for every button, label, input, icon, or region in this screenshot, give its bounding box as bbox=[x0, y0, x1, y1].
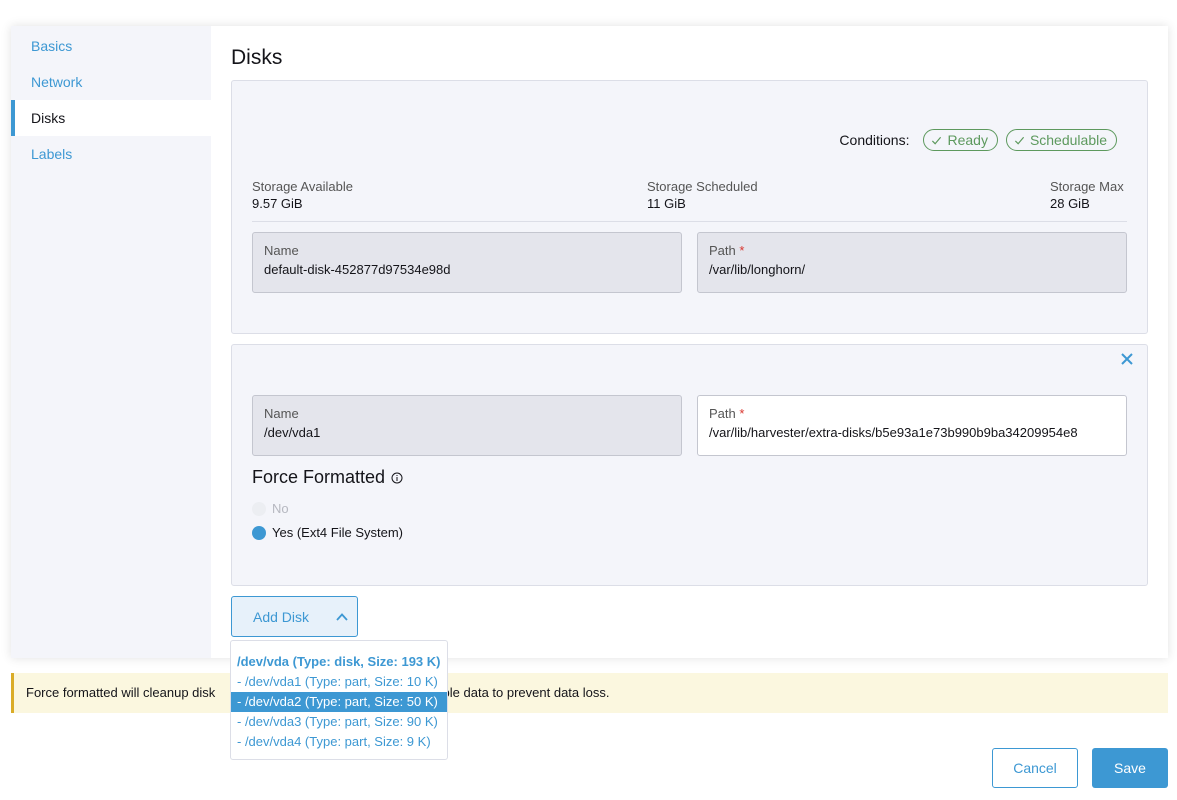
radio-no-label: No bbox=[272, 501, 289, 516]
conditions: Conditions: Ready Schedulable bbox=[839, 129, 1117, 151]
disk-card-default: Conditions: Ready Schedulable Storage Av… bbox=[231, 80, 1148, 334]
disk-name-label: Name bbox=[264, 243, 299, 258]
disk2-path-input[interactable]: Path * /var/lib/harvester/extra-disks/b5… bbox=[697, 395, 1127, 456]
banner-text-start: Force formatted will cleanup disk bbox=[26, 685, 216, 700]
sidebar-item-basics[interactable]: Basics bbox=[11, 28, 211, 64]
disk-card-vda1: Name /dev/vda1 Path * /var/lib/harvester… bbox=[231, 344, 1148, 586]
disk-name-field: Name default-disk-452877d97534e98d bbox=[252, 232, 682, 293]
dropdown-option[interactable]: - /dev/vda1 (Type: part, Size: 10 K) bbox=[231, 672, 447, 692]
disks-content: Disks Conditions: Ready Schedulable Stor… bbox=[211, 26, 1168, 658]
banner-text-end: able data to prevent data loss. bbox=[435, 685, 610, 700]
check-icon bbox=[1014, 136, 1025, 145]
storage-max-value: 28 GiB bbox=[1050, 196, 1090, 211]
disk-path-label: Path * bbox=[709, 243, 1115, 258]
info-icon[interactable] bbox=[391, 472, 403, 484]
add-disk-button[interactable]: Add Disk bbox=[231, 596, 358, 637]
storage-scheduled-label: Storage Scheduled bbox=[647, 179, 758, 194]
sidebar-item-labels[interactable]: Labels bbox=[11, 136, 211, 172]
sidebar-item-network[interactable]: Network bbox=[11, 64, 211, 100]
sidebar-item-disks[interactable]: Disks bbox=[11, 100, 211, 136]
add-disk-label: Add Disk bbox=[253, 608, 310, 625]
disk-name-value: default-disk-452877d97534e98d bbox=[264, 262, 451, 277]
condition-badge-ready: Ready bbox=[923, 129, 998, 151]
check-icon bbox=[932, 136, 942, 145]
disk2-path-value[interactable]: /var/lib/harvester/extra-disks/b5e93a1e7… bbox=[709, 425, 1115, 440]
condition-badge-schedulable: Schedulable bbox=[1005, 129, 1117, 151]
disk2-path-label: Path * bbox=[709, 406, 1115, 421]
save-button[interactable]: Save bbox=[1092, 748, 1168, 788]
force-formatted-title: Force Formatted bbox=[252, 467, 403, 488]
condition-badge-label: Ready bbox=[947, 132, 988, 148]
path-label-text: Path bbox=[709, 406, 736, 421]
storage-max-label: Storage Max bbox=[1050, 179, 1124, 194]
disk2-name-field: Name /dev/vda1 bbox=[252, 395, 682, 456]
page-title: Disks bbox=[231, 46, 283, 69]
close-icon[interactable] bbox=[1119, 351, 1135, 367]
path-label-text: Path bbox=[709, 243, 736, 258]
dropdown-option[interactable]: - /dev/vda2 (Type: part, Size: 50 K) bbox=[231, 692, 447, 712]
radio-yes[interactable]: Yes (Ext4 File System) bbox=[252, 525, 403, 540]
required-marker: * bbox=[739, 243, 745, 258]
dropdown-option[interactable]: /dev/vda (Type: disk, Size: 193 K) bbox=[231, 652, 447, 672]
required-marker: * bbox=[739, 406, 745, 421]
disk2-name-value: /dev/vda1 bbox=[264, 425, 321, 440]
force-formatted-label: Force Formatted bbox=[252, 467, 386, 487]
chevron-up-icon bbox=[336, 612, 348, 621]
sidebar: Basics Network Disks Labels bbox=[11, 26, 211, 658]
cancel-button[interactable]: Cancel bbox=[992, 748, 1078, 788]
storage-max: Storage Max 28 GiB bbox=[1050, 179, 1124, 211]
disk-path-value: /var/lib/longhorn/ bbox=[709, 262, 806, 277]
storage-available-label: Storage Available bbox=[252, 179, 353, 194]
condition-badge-label: Schedulable bbox=[1029, 132, 1107, 148]
dropdown-option[interactable]: - /dev/vda3 (Type: part, Size: 90 K) bbox=[231, 712, 447, 732]
radio-yes-label: Yes (Ext4 File System) bbox=[272, 525, 404, 540]
conditions-label: Conditions: bbox=[839, 132, 910, 148]
dropdown-option[interactable]: - /dev/vda4 (Type: part, Size: 9 K) bbox=[231, 732, 447, 752]
storage-available: Storage Available 9.57 GiB bbox=[252, 179, 353, 211]
add-disk-dropdown: /dev/vda (Type: disk, Size: 193 K) - /de… bbox=[230, 640, 448, 760]
radio-circle[interactable] bbox=[252, 525, 266, 540]
storage-scheduled-value: 11 GiB bbox=[647, 196, 686, 211]
warning-banner: Force formatted will cleanup disk able da… bbox=[11, 673, 1168, 713]
radio-circle[interactable] bbox=[252, 501, 266, 516]
radio-no[interactable]: No bbox=[252, 501, 289, 516]
disk2-name-label: Name bbox=[264, 406, 299, 421]
storage-scheduled: Storage Scheduled 11 GiB bbox=[647, 179, 758, 211]
edit-host-panel: Basics Network Disks Labels Disks Condit… bbox=[11, 26, 1168, 658]
disk-path-field: Path * /var/lib/longhorn/ bbox=[697, 232, 1127, 293]
divider bbox=[252, 221, 1127, 222]
storage-available-value: 9.57 GiB bbox=[252, 196, 303, 211]
